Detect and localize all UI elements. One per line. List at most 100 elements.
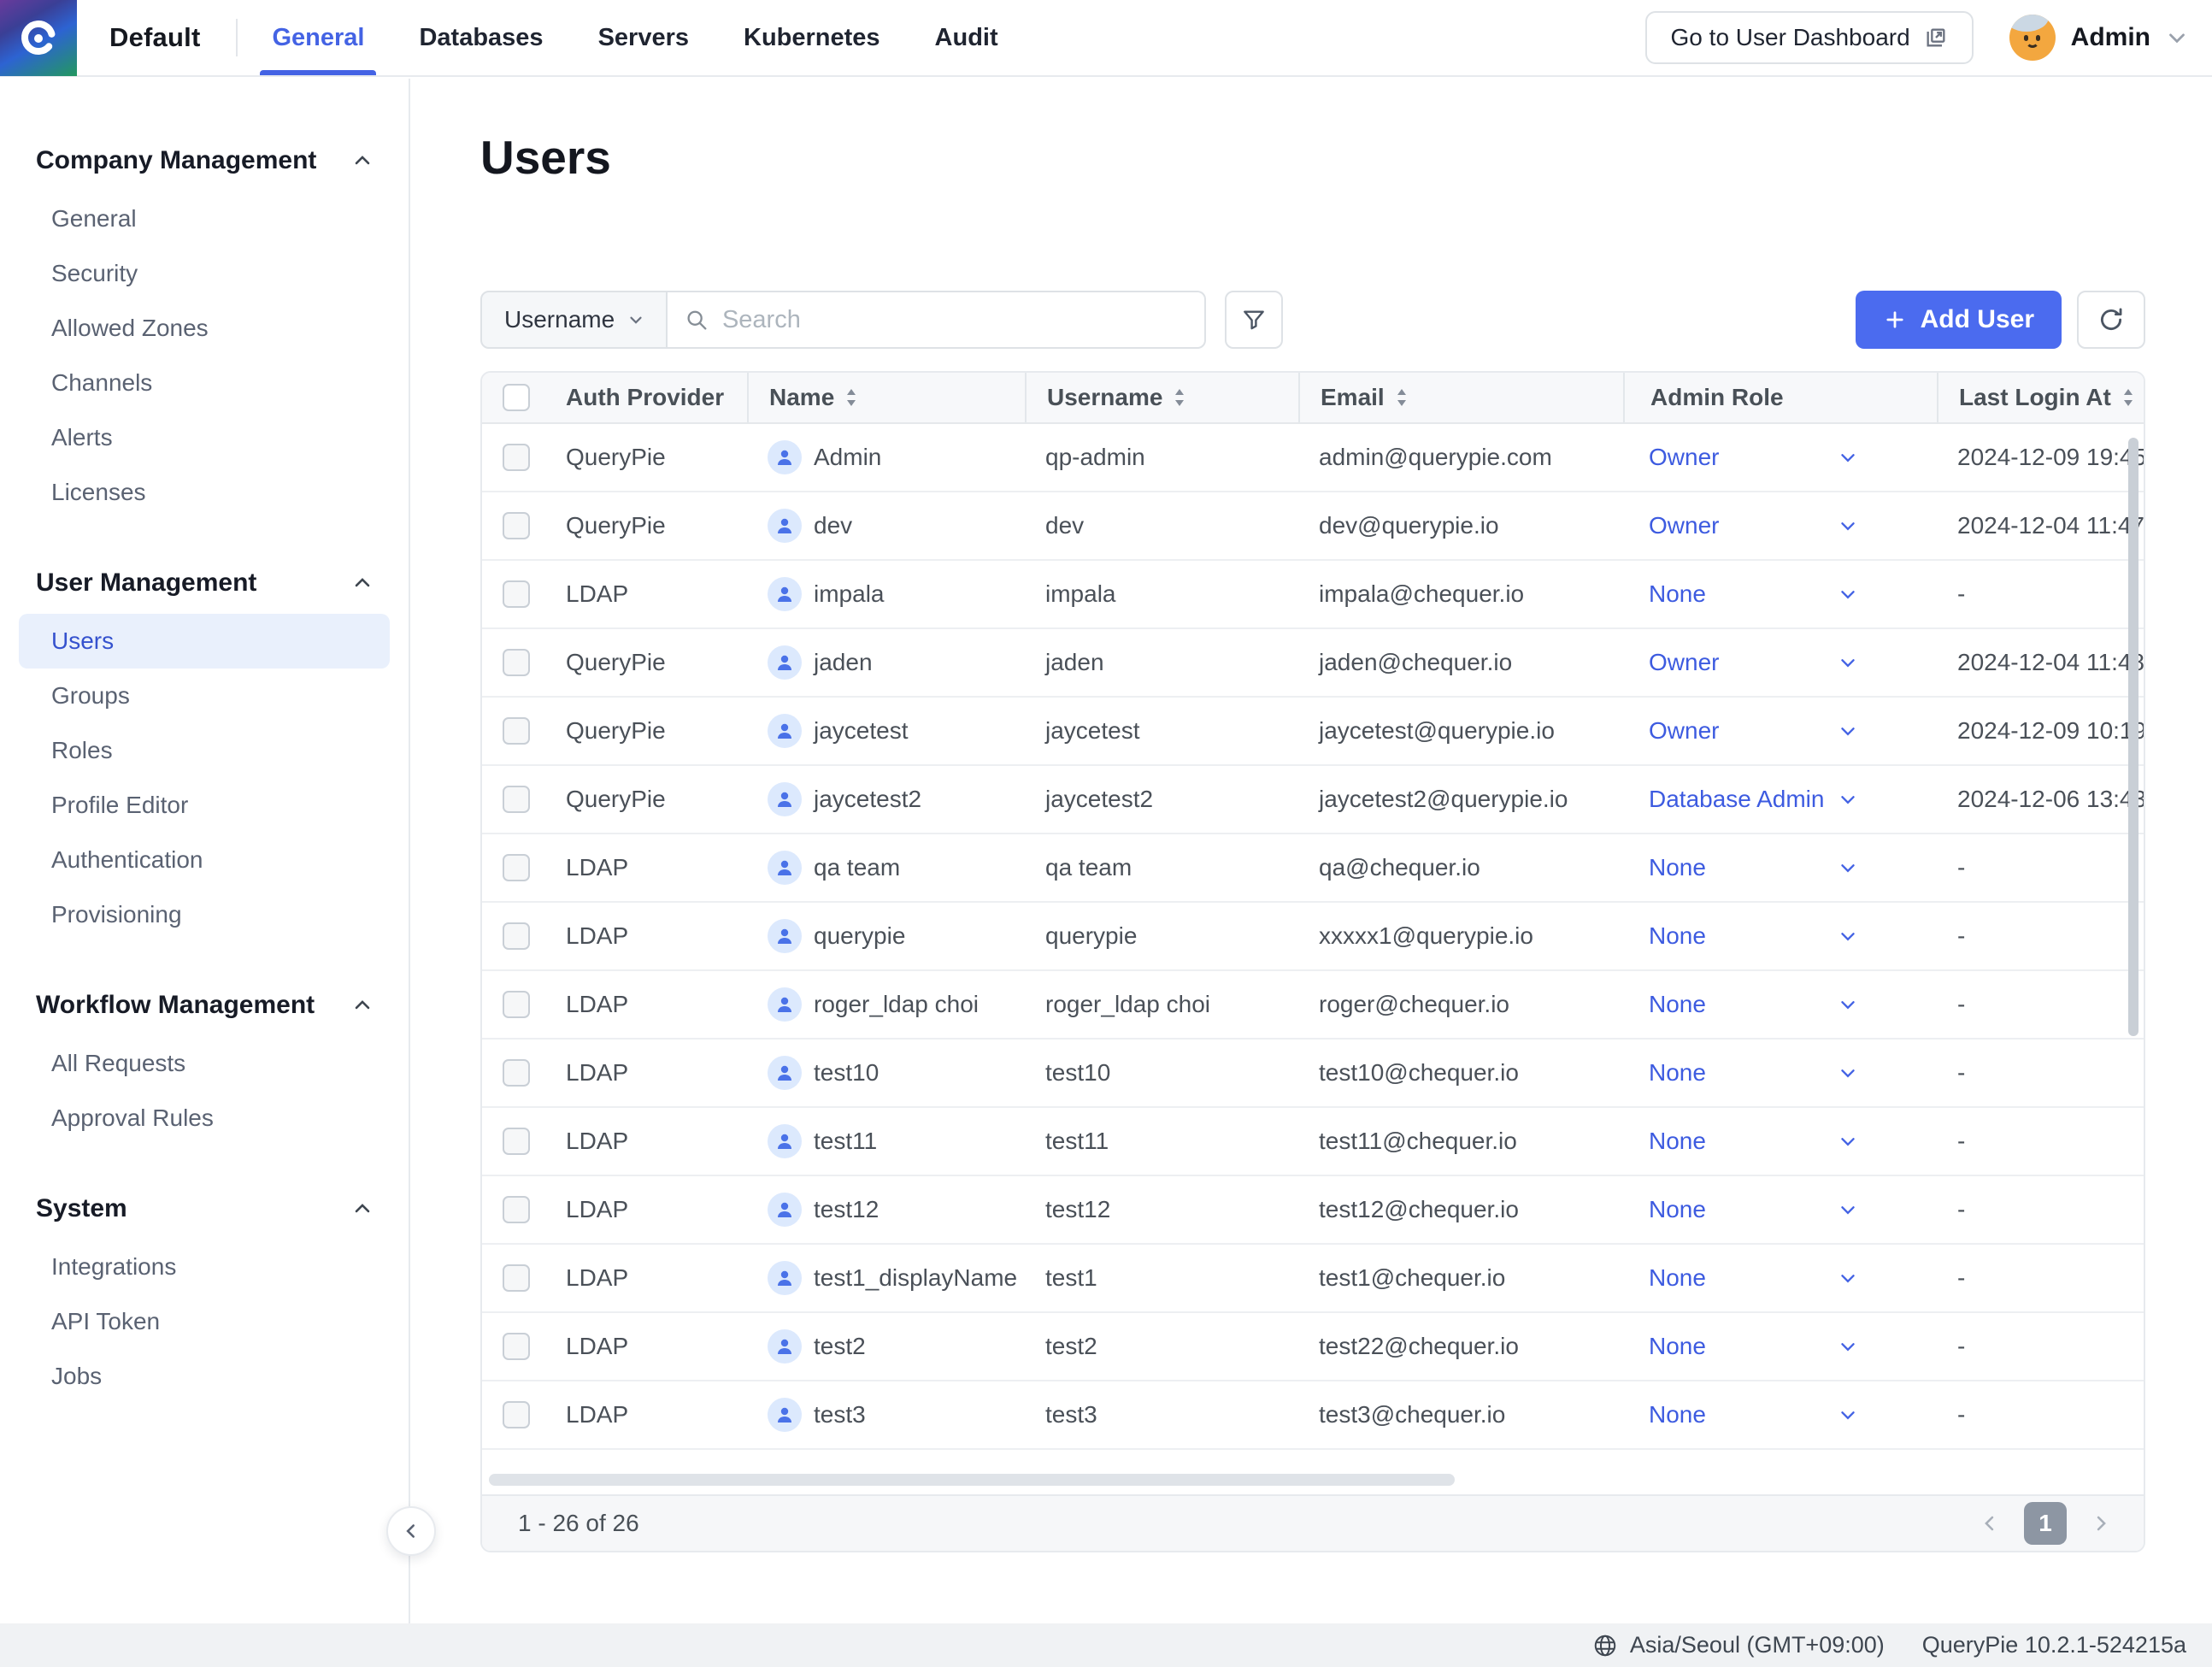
page-number-button[interactable]: 1 <box>2024 1502 2067 1545</box>
timezone-label[interactable]: Asia/Seoul (GMT+09:00) <box>1630 1632 1885 1658</box>
sidebar-item-jobs[interactable]: Jobs <box>19 1349 390 1404</box>
chevron-down-icon[interactable] <box>1837 925 1859 947</box>
admin-role-link[interactable]: Owner <box>1649 717 1719 745</box>
row-checkbox[interactable] <box>503 991 530 1018</box>
column-header-last-login-at[interactable]: Last Login At <box>1937 373 2144 422</box>
top-tab-general[interactable]: General <box>260 0 377 75</box>
chevron-up-icon[interactable] <box>350 993 374 1017</box>
admin-role-link[interactable]: None <box>1649 922 1706 950</box>
row-checkbox[interactable] <box>503 922 530 950</box>
filter-button[interactable] <box>1225 291 1284 349</box>
admin-role-link[interactable]: None <box>1649 1059 1706 1087</box>
admin-role-link[interactable]: None <box>1649 1264 1706 1292</box>
row-checkbox[interactable] <box>503 1401 530 1428</box>
sidebar-item-general[interactable]: General <box>19 191 390 246</box>
chevron-down-icon[interactable] <box>1837 993 1859 1016</box>
chevron-down-icon[interactable] <box>1837 651 1859 674</box>
chevron-down-icon[interactable] <box>1837 515 1859 537</box>
sort-icon[interactable] <box>1173 386 1186 409</box>
sidebar-item-authentication[interactable]: Authentication <box>19 833 390 887</box>
search-field-selector[interactable]: Username <box>480 291 668 349</box>
admin-role-link[interactable]: None <box>1649 1196 1706 1223</box>
sidebar-item-roles[interactable]: Roles <box>19 723 390 778</box>
sidebar-section-header[interactable]: Workflow Management <box>0 980 409 1031</box>
admin-role-link[interactable]: None <box>1649 1401 1706 1428</box>
workspace-name[interactable]: Default <box>109 22 200 53</box>
chevron-down-icon[interactable] <box>1837 1335 1859 1358</box>
admin-role-link[interactable]: Owner <box>1649 512 1719 539</box>
row-checkbox[interactable] <box>503 717 530 745</box>
chevron-up-icon[interactable] <box>350 149 374 173</box>
admin-role-link[interactable]: None <box>1649 1128 1706 1155</box>
chevron-down-icon[interactable] <box>1837 583 1859 605</box>
sidebar-section-header[interactable]: User Management <box>0 557 409 609</box>
admin-role-link[interactable]: None <box>1649 991 1706 1018</box>
previous-page-button[interactable] <box>1978 1511 2002 1535</box>
row-checkbox[interactable] <box>503 786 530 813</box>
chevron-down-icon[interactable] <box>1837 446 1859 468</box>
user-avatar[interactable] <box>2009 15 2056 61</box>
chevron-down-icon[interactable] <box>1837 1062 1859 1084</box>
column-header-name[interactable]: Name <box>747 373 1025 422</box>
chevron-up-icon[interactable] <box>350 571 374 595</box>
refresh-button[interactable] <box>2077 291 2145 349</box>
sidebar-item-all-requests[interactable]: All Requests <box>19 1036 390 1091</box>
sidebar-item-groups[interactable]: Groups <box>19 669 390 723</box>
search-input[interactable] <box>721 305 1188 334</box>
row-checkbox[interactable] <box>503 580 530 608</box>
sidebar-item-allowed-zones[interactable]: Allowed Zones <box>19 301 390 356</box>
sidebar-item-api-token[interactable]: API Token <box>19 1294 390 1349</box>
admin-role-link[interactable]: Database Admin <box>1649 786 1824 813</box>
sidebar-section-header[interactable]: Company Management <box>0 135 409 186</box>
sidebar-item-users[interactable]: Users <box>19 614 390 669</box>
sidebar-item-provisioning[interactable]: Provisioning <box>19 887 390 942</box>
sidebar-item-approval-rules[interactable]: Approval Rules <box>19 1091 390 1146</box>
top-tab-audit[interactable]: Audit <box>935 0 998 75</box>
chevron-down-icon[interactable] <box>1837 1404 1859 1426</box>
row-checkbox[interactable] <box>503 1128 530 1155</box>
admin-role-link[interactable]: None <box>1649 1333 1706 1360</box>
chevron-up-icon[interactable] <box>350 1197 374 1221</box>
chevron-down-icon[interactable] <box>1837 720 1859 742</box>
sidebar-item-alerts[interactable]: Alerts <box>19 410 390 465</box>
row-checkbox[interactable] <box>503 649 530 676</box>
row-checkbox[interactable] <box>503 1059 530 1087</box>
top-tab-databases[interactable]: Databases <box>419 0 543 75</box>
column-header-username[interactable]: Username <box>1025 373 1298 422</box>
next-page-button[interactable] <box>2089 1511 2113 1535</box>
row-checkbox[interactable] <box>503 1264 530 1292</box>
horizontal-scrollbar[interactable] <box>489 1474 1455 1486</box>
admin-role-link[interactable]: None <box>1649 580 1706 608</box>
admin-role-link[interactable]: None <box>1649 854 1706 881</box>
sort-icon[interactable] <box>844 386 858 409</box>
add-user-button[interactable]: Add User <box>1855 291 2062 349</box>
row-checkbox[interactable] <box>503 444 530 471</box>
select-all-checkbox[interactable] <box>503 384 530 411</box>
chevron-down-icon[interactable] <box>1837 857 1859 879</box>
chevron-down-icon[interactable] <box>1837 1130 1859 1152</box>
sort-icon[interactable] <box>2121 386 2135 409</box>
top-tab-servers[interactable]: Servers <box>598 0 689 75</box>
sidebar-item-profile-editor[interactable]: Profile Editor <box>19 778 390 833</box>
row-checkbox[interactable] <box>503 512 530 539</box>
sidebar-item-integrations[interactable]: Integrations <box>19 1240 390 1294</box>
sidebar-section-header[interactable]: System <box>0 1183 409 1234</box>
row-checkbox[interactable] <box>503 1196 530 1223</box>
sidebar-item-security[interactable]: Security <box>19 246 390 301</box>
sidebar-item-channels[interactable]: Channels <box>19 356 390 410</box>
user-menu-label[interactable]: Admin <box>2071 23 2150 52</box>
chevron-down-icon[interactable] <box>2164 25 2190 50</box>
chevron-down-icon[interactable] <box>1837 788 1859 810</box>
chevron-down-icon[interactable] <box>1837 1267 1859 1289</box>
chevron-down-icon[interactable] <box>1837 1199 1859 1221</box>
row-checkbox[interactable] <box>503 1333 530 1360</box>
sort-icon[interactable] <box>1395 386 1409 409</box>
sidebar-collapse-button[interactable] <box>386 1506 436 1556</box>
admin-role-link[interactable]: Owner <box>1649 649 1719 676</box>
go-to-user-dashboard-button[interactable]: Go to User Dashboard <box>1644 11 1974 64</box>
querypie-logo[interactable] <box>0 0 77 76</box>
row-checkbox[interactable] <box>503 854 530 881</box>
top-tab-kubernetes[interactable]: Kubernetes <box>744 0 880 75</box>
sidebar-item-licenses[interactable]: Licenses <box>19 465 390 520</box>
admin-role-link[interactable]: Owner <box>1649 444 1719 471</box>
